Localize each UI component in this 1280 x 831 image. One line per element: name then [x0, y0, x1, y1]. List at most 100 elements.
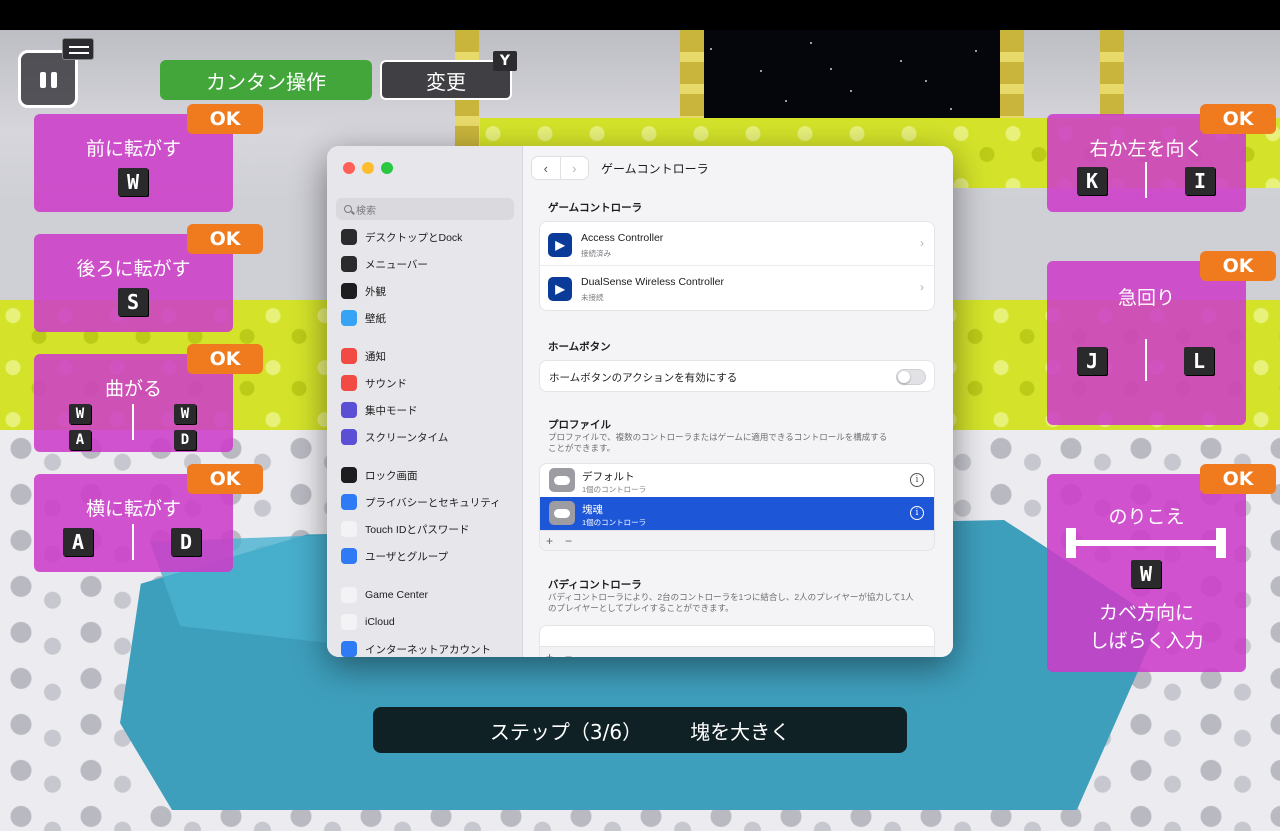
settings-window: 検索 デスクトップとDock メニューバー 外観壁紙通知サウンド集中モードスクリーン… — [327, 146, 953, 657]
controller-status: 未接続 — [581, 293, 604, 302]
ok-badge: OK — [1200, 251, 1276, 281]
sidebar-item-label: ユーザとグループ — [365, 550, 449, 563]
sidebar-item-label: ロック画面 — [365, 469, 418, 482]
search-icon — [344, 205, 352, 213]
controller-row[interactable]: ▶ DualSense Wireless Controller 未接続 › — [540, 266, 934, 310]
back-button[interactable]: ‹ — [532, 157, 560, 179]
playstation-icon: ▶ — [548, 277, 572, 301]
sidebar-item[interactable]: プライバシーとセキュリティ — [341, 493, 501, 511]
menubar-icon — [341, 256, 357, 272]
key-d: D — [171, 528, 201, 556]
profile-description-line: プロファイルで、複数のコントローラまたはゲームに適用できるコントロールを構成する — [548, 432, 888, 442]
page-title: ゲームコントローラ — [601, 162, 709, 176]
focus-icon — [341, 402, 357, 418]
buddy-description-line: バディコントローラにより、2台のコントローラを1つに結合し、2人のプレイヤーが協… — [548, 592, 914, 602]
wall-bar-cap — [1066, 528, 1076, 558]
sidebar-item-label: 壁紙 — [365, 312, 386, 325]
appearance-icon — [341, 283, 357, 299]
icloud-icon — [341, 614, 357, 630]
key-k: K — [1077, 167, 1107, 195]
sidebar-item-label: スクリーンタイム — [365, 431, 449, 444]
card-climb: のりこえ W カベ方向に しばらく入力 — [1047, 474, 1246, 672]
sidebar-item-label: メニューバー — [365, 258, 428, 271]
info-icon[interactable]: i — [910, 506, 924, 520]
profile-row[interactable]: デフォルト 1個のコントローラ i — [540, 464, 934, 497]
sidebar-item[interactable]: 通知 — [341, 347, 386, 365]
profile-add-remove-bar: + − — [540, 530, 934, 550]
section-header-controllers: ゲームコントローラ — [548, 202, 643, 214]
ok-badge: OK — [1200, 464, 1276, 494]
gamepad-icon — [549, 501, 575, 525]
profile-row-selected[interactable]: 塊魂 1個のコントローラ i — [540, 497, 934, 530]
remove-buddy-button[interactable]: − — [565, 650, 572, 658]
sidebar-item[interactable]: Game Center — [341, 586, 428, 604]
sidebar-item[interactable]: メニューバー — [341, 255, 428, 273]
divider — [1145, 162, 1147, 198]
notification-icon — [341, 348, 357, 364]
add-profile-button[interactable]: + — [546, 534, 553, 548]
sidebar-item[interactable]: ユーザとグループ — [341, 547, 448, 565]
controller-status: 接続済み — [581, 249, 611, 258]
close-window-button[interactable] — [343, 162, 355, 174]
section-header-home: ホームボタン — [548, 341, 611, 353]
home-button-toggle[interactable] — [896, 369, 926, 385]
controller-row[interactable]: ▶ Access Controller 接続済み › — [540, 222, 934, 266]
hand-icon — [341, 494, 357, 510]
card-hint-line2: しばらく入力 — [1089, 630, 1204, 652]
tutorial-step-bar: ステップ（3/6） 塊を大きく — [373, 707, 907, 753]
key-w: W — [174, 404, 196, 424]
card-title: 急回り — [1117, 287, 1175, 309]
profile-name: 塊魂 — [582, 504, 603, 516]
forward-button[interactable]: › — [559, 157, 589, 179]
sidebar-search-input[interactable]: 検索 — [336, 198, 514, 220]
swap-icon[interactable] — [62, 38, 94, 60]
easy-mode-button[interactable]: カンタン操作 — [160, 60, 372, 100]
card-title: 右か左を向く — [1089, 138, 1204, 160]
wall-bar-icon — [1066, 540, 1226, 546]
sidebar-item[interactable]: サウンド — [341, 374, 407, 392]
zoom-window-button[interactable] — [381, 162, 393, 174]
home-toggle-label: ホームボタンのアクションを有効にする — [549, 372, 738, 384]
sidebar-item-label: インターネットアカウント — [365, 643, 491, 656]
screentime-icon — [341, 429, 357, 445]
sidebar-item[interactable]: ロック画面 — [341, 466, 418, 484]
sidebar-item[interactable]: スクリーンタイム — [341, 428, 448, 446]
card-title: のりこえ — [1108, 506, 1185, 528]
sidebar-item[interactable]: Touch IDとパスワード — [341, 520, 469, 538]
fingerprint-icon — [341, 521, 357, 537]
sidebar-item[interactable]: 外観 — [341, 282, 386, 300]
wall-bar-cap — [1216, 528, 1226, 558]
controller-name: DualSense Wireless Controller — [581, 276, 724, 288]
divider — [1145, 339, 1147, 381]
sound-icon — [341, 375, 357, 391]
sidebar-item[interactable]: 壁紙 — [341, 309, 386, 327]
ok-badge: OK — [187, 344, 263, 374]
sidebar-item-label: サウンド — [365, 377, 407, 390]
sidebar-item[interactable]: iCloud — [341, 613, 395, 631]
key-i: I — [1185, 167, 1215, 195]
sidebar-item[interactable]: インターネットアカウント — [341, 640, 491, 657]
sidebar-item[interactable]: デスクトップとDock — [341, 228, 462, 246]
buddy-add-remove-bar: + − — [540, 646, 934, 657]
at-icon — [341, 641, 357, 657]
sidebar-item-label: 外観 — [365, 285, 386, 298]
home-button-group: ホームボタンのアクションを有効にする — [539, 360, 935, 392]
info-icon[interactable]: i — [910, 473, 924, 487]
sidebar-item-label: プライバシーとセキュリティ — [365, 496, 501, 509]
wallpaper-icon — [341, 310, 357, 326]
buddy-description: バディコントローラにより、2台のコントローラを1つに結合し、2人のプレイヤーが協… — [548, 592, 938, 615]
buddy-description-line: のプレイヤーとしてプレイすることができます。 — [548, 603, 734, 614]
profile-name: デフォルト — [582, 471, 635, 483]
profile-description-line: ことができます。 — [548, 443, 616, 454]
ok-badge: OK — [187, 464, 263, 494]
sidebar-item-label: iCloud — [365, 616, 395, 628]
minimize-window-button[interactable] — [362, 162, 374, 174]
key-w: W — [69, 404, 91, 424]
sidebar-item-label: Game Center — [365, 589, 429, 601]
add-buddy-button[interactable]: + — [546, 650, 553, 658]
gamepad-icon — [549, 468, 575, 492]
ok-badge: OK — [187, 224, 263, 254]
users-icon — [341, 548, 357, 564]
remove-profile-button[interactable]: − — [565, 534, 572, 548]
sidebar-item[interactable]: 集中モード — [341, 401, 418, 419]
